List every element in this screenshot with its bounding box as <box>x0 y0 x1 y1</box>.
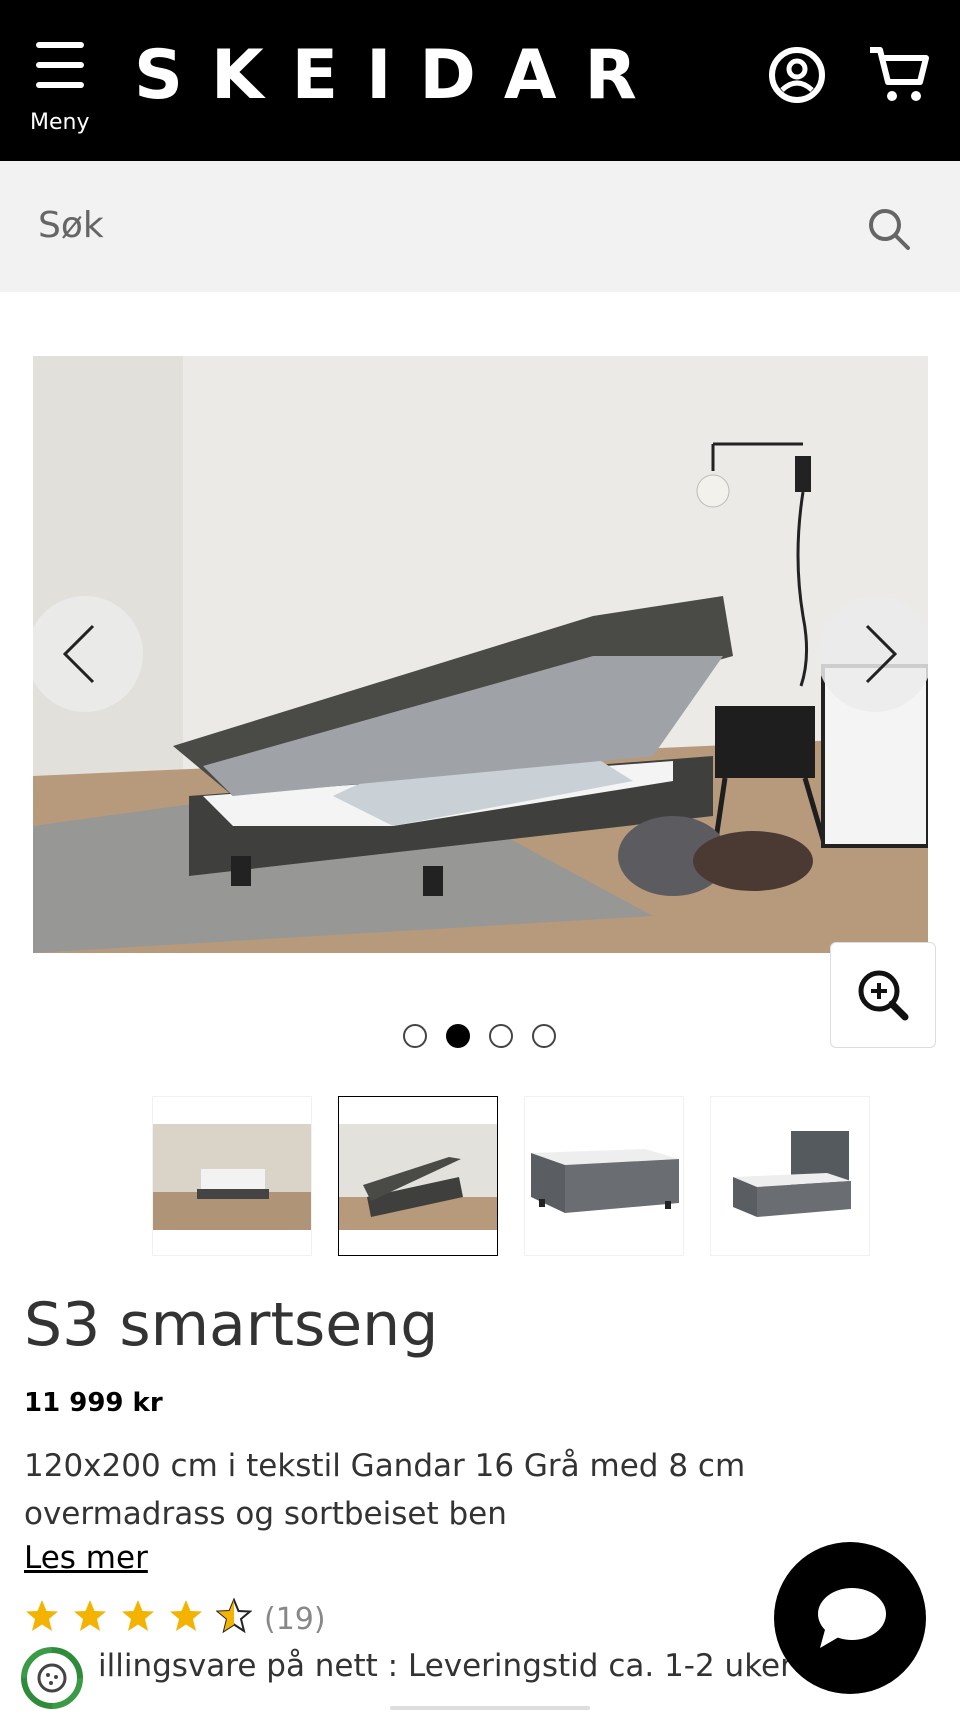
product-description: 120x200 cm i tekstil Gandar 16 Grå med 8… <box>24 1448 746 1532</box>
search-input[interactable] <box>38 195 818 255</box>
star-full-icon <box>122 1600 154 1631</box>
thumbnail-4[interactable] <box>710 1096 870 1256</box>
chevron-left-icon <box>62 624 95 684</box>
product-title: S3 smartseng <box>24 1290 439 1360</box>
menu-button[interactable]: Meny <box>30 42 92 142</box>
prev-slide-button[interactable] <box>33 596 143 712</box>
thumbnail-3[interactable] <box>524 1096 684 1256</box>
slide-dot-2[interactable] <box>446 1024 470 1048</box>
thumbnail-image <box>531 1149 679 1213</box>
eco-delivery-icon <box>21 1647 83 1709</box>
thumbnail-image <box>733 1131 851 1217</box>
menu-label: Meny <box>30 110 90 135</box>
product-price: 11 999 kr <box>24 1388 163 1418</box>
delivery-info: illingsvare på nett : Leveringstid ca. 1… <box>98 1648 793 1684</box>
bed-photo <box>33 356 928 953</box>
slide-dot-3[interactable] <box>489 1024 513 1048</box>
thumbnail-1[interactable] <box>152 1096 312 1256</box>
product-main-image[interactable] <box>33 356 928 953</box>
read-more-link[interactable]: Les mer <box>24 1540 148 1576</box>
hamburger-line <box>36 62 84 68</box>
site-header: Meny SKEIDAR <box>0 0 960 161</box>
scroll-indicator <box>390 1706 590 1710</box>
chat-button[interactable] <box>774 1542 926 1694</box>
search-bar <box>0 161 960 292</box>
review-count[interactable]: (19) <box>264 1602 326 1637</box>
zoom-in-icon <box>858 970 909 1021</box>
zoom-button[interactable] <box>830 942 936 1048</box>
chevron-right-icon <box>865 624 898 684</box>
search-icon[interactable] <box>866 206 912 252</box>
logo[interactable]: SKEIDAR <box>134 30 665 122</box>
user-circle-icon[interactable] <box>766 44 828 106</box>
star-full-icon <box>26 1600 58 1631</box>
hamburger-line <box>36 82 84 88</box>
shopping-cart-icon[interactable] <box>868 44 930 106</box>
hamburger-icon <box>36 42 84 48</box>
chat-bubble-icon <box>818 1588 886 1648</box>
thumbnail-image <box>339 1124 497 1230</box>
next-slide-button[interactable] <box>817 596 928 712</box>
thumbnail-2[interactable] <box>338 1096 498 1256</box>
slide-dot-4[interactable] <box>532 1024 556 1048</box>
thumbnail-image <box>153 1124 311 1230</box>
star-full-icon <box>170 1600 202 1631</box>
slide-dot-1[interactable] <box>403 1024 427 1048</box>
star-half-icon <box>216 1598 252 1634</box>
star-full-icon <box>74 1600 106 1631</box>
